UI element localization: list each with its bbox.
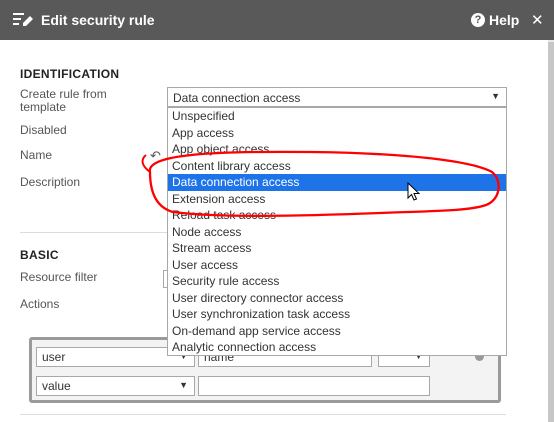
template-select[interactable]: Data connection access ▼ <box>167 87 507 107</box>
help-button[interactable]: Help <box>489 12 519 28</box>
dropdown-option[interactable]: Node access <box>168 224 506 241</box>
close-icon[interactable]: ✕ <box>531 11 544 29</box>
section-title-identification: IDENTIFICATION <box>20 67 120 81</box>
undo-icon[interactable]: ↶ <box>150 148 161 164</box>
chevron-down-icon: ▼ <box>179 380 188 390</box>
description-label: Description <box>20 175 81 189</box>
dropdown-option[interactable]: Extension access <box>168 191 506 208</box>
annotation-tail <box>141 154 151 173</box>
dropdown-option[interactable]: Analytic connection access <box>168 339 506 356</box>
template-select-value: Data connection access <box>173 91 301 105</box>
dropdown-option[interactable]: User access <box>168 257 506 274</box>
condition-value-label: value <box>42 379 71 393</box>
help-icon[interactable]: ? <box>471 13 485 27</box>
condition-value-select[interactable]: value ▼ <box>36 376 195 396</box>
section-divider <box>20 414 506 415</box>
dropdown-option[interactable]: Unspecified <box>168 108 506 125</box>
scrollbar[interactable] <box>548 40 554 422</box>
condition-resource-value: user <box>42 350 66 364</box>
dropdown-option[interactable]: Security rule access <box>168 273 506 290</box>
dropdown-option[interactable]: App access <box>168 125 506 142</box>
actions-label: Actions <box>20 297 60 311</box>
disabled-label: Disabled <box>20 123 67 137</box>
template-label: Create rule from template <box>20 87 107 114</box>
dialog-header: Edit security rule ? Help ✕ <box>0 0 554 40</box>
dropdown-option[interactable]: Stream access <box>168 240 506 257</box>
dropdown-option[interactable]: On-demand app service access <box>168 323 506 340</box>
chevron-down-icon: ▼ <box>491 91 500 101</box>
resource-filter-label: Resource filter <box>20 270 98 284</box>
section-title-basic: BASIC <box>20 248 59 262</box>
dialog-title: Edit security rule <box>41 12 155 28</box>
dropdown-option[interactable]: Data connection access <box>168 174 506 191</box>
dropdown-option[interactable]: Reload task access <box>168 207 506 224</box>
dropdown-option[interactable]: Content library access <box>168 158 506 175</box>
edit-list-icon <box>13 13 33 26</box>
name-label: Name <box>20 148 53 162</box>
template-dropdown-list[interactable]: Unspecified App access App object access Co… <box>167 107 507 356</box>
dropdown-option[interactable]: User directory connector access <box>168 290 506 307</box>
dropdown-option[interactable]: User synchronization task access <box>168 306 506 323</box>
scrollbar-thumb[interactable] <box>548 42 554 422</box>
mouse-pointer-icon <box>407 182 421 201</box>
condition-value-input[interactable] <box>198 376 430 396</box>
dropdown-option[interactable]: App object access <box>168 141 506 158</box>
